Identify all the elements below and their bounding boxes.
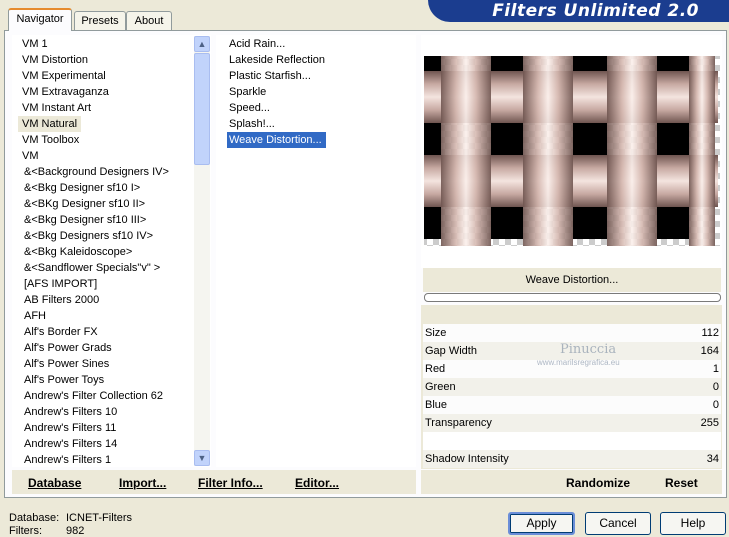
category-item[interactable]: &<Bkg Kaleidoscope> <box>20 244 136 260</box>
category-item[interactable]: VM <box>18 148 43 164</box>
param-value: 34 <box>706 453 719 465</box>
category-item[interactable]: VM Extravaganza <box>18 84 113 100</box>
param-label: Transparency <box>425 417 492 429</box>
status-database-label: Database: <box>9 512 60 524</box>
filter-info-button[interactable]: Filter Info... <box>198 476 263 490</box>
scroll-thumb[interactable] <box>194 53 210 165</box>
tab-about[interactable]: About <box>126 11 172 30</box>
category-item[interactable]: &<Bkg Designer sf10 I> <box>20 180 144 196</box>
database-button[interactable]: Database <box>28 476 81 490</box>
progress-bar <box>424 293 721 302</box>
param-row[interactable]: Green 0 <box>423 378 721 396</box>
param-value: 0 <box>712 399 719 411</box>
param-label: Shadow Intensity <box>425 453 509 465</box>
category-item[interactable]: &<Sandflower Specials"v" > <box>20 260 164 276</box>
tab-navigator[interactable]: Navigator <box>8 8 72 31</box>
category-item[interactable]: Andrew's Filters 11 <box>20 420 120 436</box>
watermark-url: www.marilsregrafica.eu <box>537 358 620 367</box>
param-label: Blue <box>425 399 448 411</box>
category-item[interactable]: Alf's Power Sines <box>20 356 113 372</box>
cancel-button[interactable]: Cancel <box>585 512 651 535</box>
param-label: Gap Width <box>425 345 477 357</box>
category-item[interactable]: AFH <box>20 308 50 324</box>
status-filters-value: 982 <box>66 525 85 537</box>
param-label: Size <box>425 327 447 339</box>
param-value: 0 <box>712 381 719 393</box>
category-item[interactable]: &<Bkg Designer sf10 III> <box>20 212 150 228</box>
scroll-up-button[interactable]: ▲ <box>194 36 210 52</box>
filter-item[interactable]: Splash!... <box>227 116 279 132</box>
param-label: Red <box>425 363 446 375</box>
banner-title: Filters Unlimited 2.0 <box>492 1 699 21</box>
param-row <box>423 432 721 450</box>
preview-filter-name: Weave Distortion... <box>423 268 721 292</box>
reset-button[interactable]: Reset <box>665 476 698 490</box>
category-scrollbar[interactable]: ▲ ▼ <box>194 36 210 466</box>
param-label: Green <box>425 381 456 393</box>
scroll-down-button[interactable]: ▼ <box>194 450 210 466</box>
param-value: 164 <box>700 345 719 357</box>
title-banner: Filters Unlimited 2.0 <box>428 0 729 22</box>
category-item[interactable]: Alf's Power Grads <box>20 340 116 356</box>
filter-item[interactable]: Plastic Starfish... <box>227 68 315 84</box>
filter-item[interactable]: Lakeside Reflection <box>227 52 329 68</box>
filter-item[interactable]: Speed... <box>227 100 274 116</box>
filter-item[interactable]: Sparkle <box>227 84 270 100</box>
help-button[interactable]: Help <box>660 512 726 535</box>
param-row[interactable]: Transparency 255 <box>423 414 721 432</box>
category-item[interactable]: Alf's Power Toys <box>20 372 108 388</box>
category-item[interactable]: VM Toolbox <box>18 132 83 148</box>
category-item[interactable]: &<Background Designers IV> <box>20 164 173 180</box>
category-item[interactable]: VM Natural <box>18 116 82 132</box>
category-item[interactable]: [AFS IMPORT] <box>20 276 101 292</box>
category-item[interactable]: VM Experimental <box>18 68 110 84</box>
category-item[interactable]: &<Bkg Designers sf10 IV> <box>20 228 157 244</box>
category-item[interactable]: Andrew's Filter Collection 62 <box>20 388 167 404</box>
filter-list[interactable]: Acid Rain... Lakeside Reflection Plastic S… <box>216 35 416 467</box>
watermark: Pinuccia www.marilsregrafica.eu <box>535 340 635 370</box>
preview-panel <box>421 35 722 268</box>
editor-button[interactable]: Editor... <box>295 476 339 490</box>
category-item[interactable]: VM Distortion <box>18 52 92 68</box>
status-filters-label: Filters: <box>9 525 42 537</box>
preview-image <box>424 56 720 246</box>
category-item[interactable]: VM Instant Art <box>18 100 95 116</box>
category-item[interactable]: Andrew's Filters 10 <box>20 404 121 420</box>
category-item[interactable]: Andrew's Filters 14 <box>20 436 121 452</box>
param-value: 1 <box>712 363 719 375</box>
apply-button[interactable]: Apply <box>508 512 575 535</box>
tab-presets[interactable]: Presets <box>74 11 126 30</box>
category-list[interactable]: VM 1 VM Distortion VM Experimental VM Extra… <box>12 35 211 467</box>
category-item[interactable]: Alf's Border FX <box>20 324 102 340</box>
param-value: 255 <box>700 417 719 429</box>
randomize-button[interactable]: Randomize <box>566 476 630 490</box>
param-value: 112 <box>701 327 719 339</box>
param-row[interactable]: Blue 0 <box>423 396 721 414</box>
category-item[interactable]: AB Filters 2000 <box>20 292 103 308</box>
filter-item[interactable]: Acid Rain... <box>227 36 289 52</box>
status-database-value: ICNET-Filters <box>66 512 132 524</box>
category-item[interactable]: VM 1 <box>18 36 52 52</box>
watermark-name: Pinuccia <box>560 342 617 357</box>
param-row[interactable]: Shadow Intensity 34 <box>423 450 721 468</box>
category-item[interactable]: Andrew's Filters 1 <box>20 452 115 467</box>
import-button[interactable]: Import... <box>119 476 166 490</box>
category-item[interactable]: &<BKg Designer sf10 II> <box>20 196 149 212</box>
filter-item[interactable]: Weave Distortion... <box>226 131 327 149</box>
